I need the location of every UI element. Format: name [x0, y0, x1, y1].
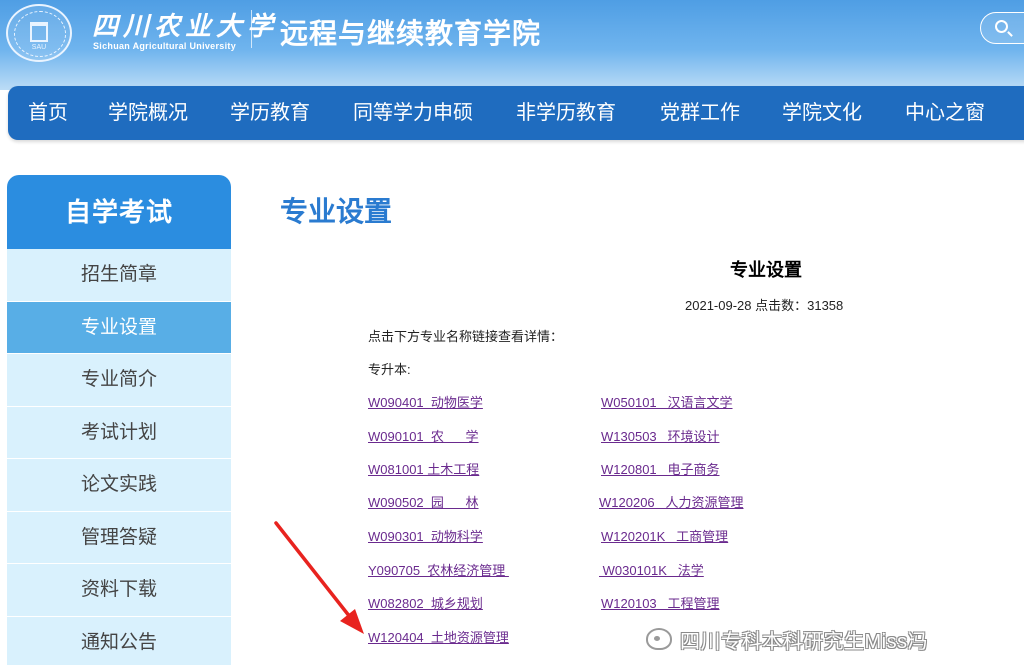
watermark: 四川专科本科研究生Miss冯 [646, 624, 928, 654]
site-header: SAU 四川农业大学 Sichuan Agricultural Universi… [0, 0, 1024, 90]
major-link-agronomy[interactable]: W090101 农 学 [368, 426, 479, 445]
major-link-engineering-mgmt[interactable]: W120103 工程管理 [601, 593, 720, 612]
nav-item-about[interactable]: 学院概况 [108, 86, 188, 140]
weibo-logo-icon [646, 628, 672, 650]
sidebar-title: 自学考试 [7, 175, 231, 249]
major-link-urban-planning[interactable]: W082802 城乡规划 [368, 593, 483, 612]
intro-text: 点击下方专业名称链接查看详情： [368, 329, 564, 344]
major-link-environmental-design[interactable]: W130503 环境设计 [601, 426, 720, 445]
article-meta: 2021-09-28 点击数：31358 [685, 298, 844, 313]
major-link-animal-science[interactable]: W090301 动物科学 [368, 526, 483, 545]
nav-item-center-window[interactable]: 中心之窗 [905, 86, 985, 140]
major-link-animal-medicine[interactable]: W090401 动物医学 [368, 392, 483, 411]
seal-emblem-icon [30, 22, 48, 42]
major-link-landscape[interactable]: W090502 园 林 [368, 492, 479, 511]
major-link-agri-economics[interactable]: Y090705 农林经济管理 [368, 560, 509, 579]
major-link-civil-engineering[interactable]: W081001 土木工程 [368, 459, 479, 478]
major-link-land-resources[interactable]: W120404 土地资源管理 [368, 627, 509, 646]
sidebar-item-exam-plan[interactable]: 考试计划 [7, 406, 231, 459]
section-label: 专升本: [368, 362, 411, 377]
nav-item-non-degree-edu[interactable]: 非学历教育 [516, 86, 616, 140]
sidebar-item-major-intro[interactable]: 专业简介 [7, 354, 231, 407]
major-link-e-commerce[interactable]: W120801 电子商务 [601, 459, 720, 478]
university-seal-logo[interactable]: SAU [6, 4, 72, 62]
nav-item-home[interactable]: 首页 [28, 86, 68, 140]
major-link-chinese-literature[interactable]: W050101 汉语言文学 [601, 392, 733, 411]
college-title: 远程与继续教育学院 [280, 18, 542, 49]
sidebar-item-thesis-practice[interactable]: 论文实践 [7, 459, 231, 512]
search-box[interactable] [980, 12, 1024, 44]
search-icon[interactable] [995, 20, 1008, 33]
page-title: 专业设置 [280, 196, 393, 227]
university-name-en: Sichuan Agricultural University [93, 41, 236, 51]
nav-item-equivalent-master[interactable]: 同等学力申硕 [353, 86, 473, 140]
nav-item-degree-edu[interactable]: 学历教育 [230, 86, 310, 140]
sidebar-item-notices[interactable]: 通知公告 [7, 616, 231, 665]
major-link-business-admin[interactable]: W120201K 工商管理 [601, 526, 728, 545]
major-link-law[interactable]: W030101K 法学 [599, 560, 704, 579]
watermark-text: 四川专科本科研究生Miss冯 [680, 630, 929, 653]
header-divider [251, 10, 252, 48]
sidebar: 自学考试 招生简章 专业设置 专业简介 考试计划 论文实践 管理答疑 资料下载 … [7, 175, 231, 665]
main-nav: 首页 学院概况 学历教育 同等学力申硕 非学历教育 党群工作 学院文化 中心之窗 [8, 86, 1024, 140]
sidebar-item-faq[interactable]: 管理答疑 [7, 511, 231, 564]
sidebar-item-admissions[interactable]: 招生简章 [7, 249, 231, 302]
seal-abbreviation: SAU [31, 44, 47, 51]
article-title: 专业设置 [730, 260, 802, 280]
major-link-human-resources[interactable]: W120206 人力资源管理 [599, 492, 744, 511]
sidebar-item-majors[interactable]: 专业设置 [7, 301, 231, 354]
sidebar-item-downloads[interactable]: 资料下载 [7, 564, 231, 617]
nav-item-culture[interactable]: 学院文化 [782, 86, 862, 140]
nav-item-party-work[interactable]: 党群工作 [660, 86, 740, 140]
